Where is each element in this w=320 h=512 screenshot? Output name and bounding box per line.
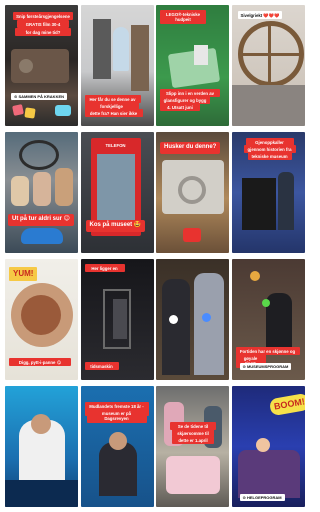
child-figure <box>33 172 51 206</box>
story-sticker: Kos på museet 🤩 <box>85 220 146 232</box>
time-machine <box>112 299 127 339</box>
yellow-sticker-icon <box>24 107 36 119</box>
story-sticker: Sivelgriekt ❤️❤️❤️ <box>237 11 283 20</box>
food-dish <box>21 295 61 335</box>
phone-booth-window <box>96 154 135 226</box>
ball-icon <box>249 271 260 281</box>
location-tag: ⊙ MUSEUMSPROGRAM <box>239 363 292 370</box>
story-sticker: tidsmaskin <box>84 362 119 371</box>
story-tile[interactable]: Fortiden har en skjønne og gøyale ting? … <box>231 259 305 380</box>
exhibit-wheel <box>19 140 59 170</box>
museum-sign <box>241 178 276 230</box>
story-sticker: dette er 1.april <box>172 436 214 445</box>
story-sticker: Her ligger en <box>84 264 125 273</box>
light-ball-icon <box>169 315 178 324</box>
story-tile[interactable] <box>5 386 78 507</box>
booth-sign: TELEFON <box>105 142 126 148</box>
story-tile[interactable]: LEGO®-tekniske hudpeit Slipp inn i en ve… <box>156 5 229 126</box>
child-figure <box>55 168 73 206</box>
story-tile[interactable]: Gjenoppkaller gjennom historien fra tekn… <box>231 132 305 253</box>
story-tile[interactable]: Se de tidene til skjærsomme til dette er… <box>156 386 229 507</box>
story-sticker: for dag mine tid? <box>15 28 71 37</box>
story-sticker: 4. Utsatt juni <box>160 103 200 112</box>
story-tile[interactable]: BOOM! ⊙ HELGEPROGRAM <box>231 386 305 507</box>
story-tile[interactable]: Ut på tur aldri sur 😊 <box>5 132 78 253</box>
location-tag: ⊙ SAMMEN PÅ KRAKKEN <box>11 93 68 100</box>
phone-dial <box>178 176 206 204</box>
person-figure <box>98 442 137 496</box>
blue-sticker-icon <box>55 105 71 116</box>
exhibit-floor <box>231 85 305 126</box>
person-head <box>108 432 127 450</box>
story-tile[interactable]: Sivelgriekt ❤️❤️❤️ <box>231 5 305 126</box>
party-crowd <box>166 456 220 494</box>
light-ball-icon <box>202 313 211 322</box>
person-figure <box>162 279 190 375</box>
story-tile[interactable] <box>156 259 229 380</box>
person-head <box>31 414 51 434</box>
story-tile[interactable]: Mudlandets fremste 18 år - Teknisk museu… <box>80 386 154 507</box>
person-figure <box>130 25 149 91</box>
person-figure <box>194 273 224 375</box>
child-figure <box>11 176 29 206</box>
story-sticker: tekniske museum <box>247 152 292 161</box>
story-grid: Snip førsteårsgjengelsene GRATIS film 30… <box>5 5 305 509</box>
person-head <box>255 438 270 452</box>
story-sticker: Digg, pytt-i-panne 😋 <box>9 358 71 367</box>
tv-desk <box>5 480 78 507</box>
story-sticker: Husker du denne? <box>160 142 221 154</box>
story-tile[interactable]: TELEFON Kos på museet 🤩 <box>80 132 154 253</box>
lego-building <box>194 45 208 65</box>
story-tile[interactable]: Husker du denne? <box>156 132 229 253</box>
person-figure <box>277 172 294 230</box>
story-sticker: museum er på Dagsrevyen <box>86 409 147 423</box>
story-sticker: LEGO®-tekniske hudpeit <box>160 10 206 24</box>
story-sticker: dette fra? Han sier ikke <box>84 109 143 118</box>
car-sticker-icon <box>21 228 63 244</box>
ball-icon <box>261 299 270 307</box>
phone-sticker-icon <box>183 228 201 242</box>
audience-crowd <box>237 450 300 498</box>
story-tile[interactable]: Snip førsteårsgjengelsene GRATIS film 30… <box>5 5 78 126</box>
boom-sticker: BOOM! <box>268 392 305 417</box>
yum-sticker: YUM! <box>9 267 38 281</box>
dress-exhibit <box>112 27 129 71</box>
location-tag: ⊙ HELGEPROGRAM <box>239 494 285 501</box>
person-figure <box>92 19 111 79</box>
story-sticker: Ut på tur aldri sur 😊 <box>8 214 74 226</box>
exhibit-wheel <box>19 59 33 73</box>
story-tile[interactable]: Her ligger en tidsmaskin <box>80 259 154 380</box>
wheel-spoke <box>239 53 302 56</box>
pink-sticker-icon <box>12 104 24 116</box>
story-tile[interactable]: Her får du se denne av forskjellige kjol… <box>80 5 154 126</box>
story-tile[interactable]: YUM! Digg, pytt-i-panne 😋 <box>5 259 78 380</box>
